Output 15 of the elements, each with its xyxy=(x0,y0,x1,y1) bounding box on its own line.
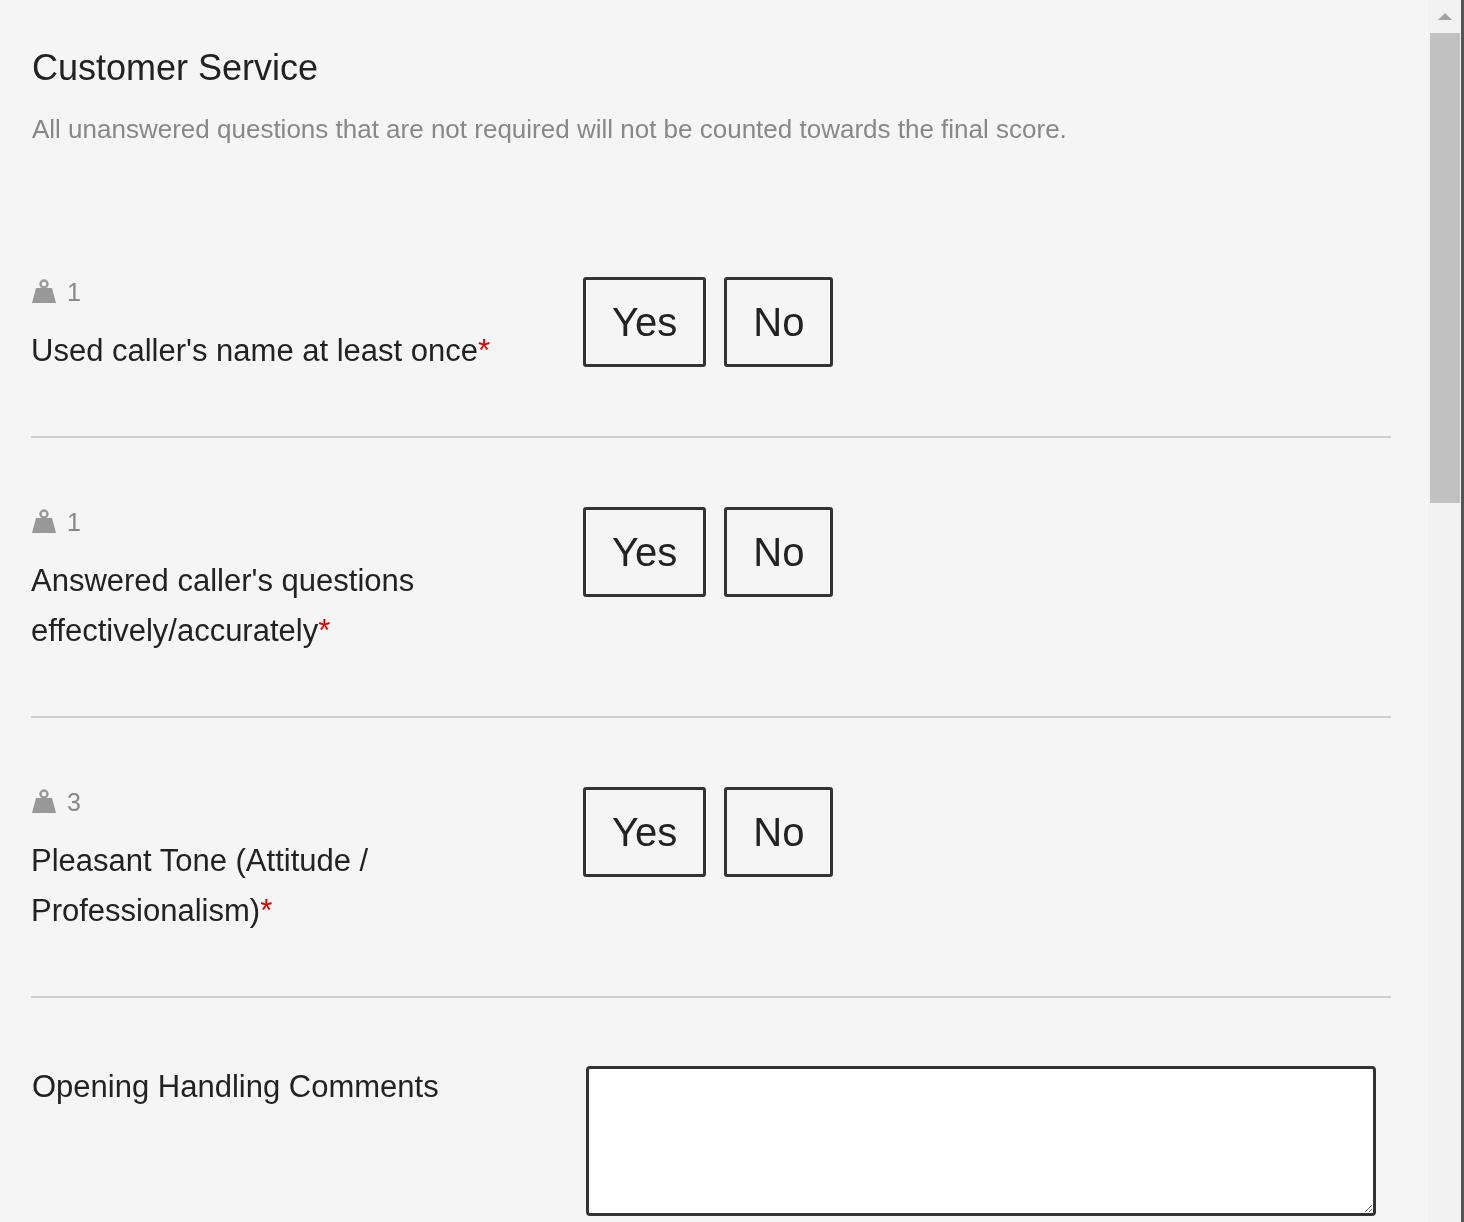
weight-value: 1 xyxy=(67,277,81,307)
answer-option[interactable]: No xyxy=(724,507,834,597)
answer-option[interactable]: Yes xyxy=(583,277,707,367)
section-title: Customer Service xyxy=(32,46,320,90)
answer-option[interactable]: Yes xyxy=(583,787,707,877)
weight-value: 1 xyxy=(67,507,81,537)
answer-option[interactable]: Yes xyxy=(583,507,707,597)
answer-option[interactable]: No xyxy=(724,277,834,367)
question-text: Used caller's name at least once* xyxy=(31,332,492,370)
question-text: Pleasant Tone (Attitude / Professionalism)* xyxy=(31,842,370,930)
question-text: Answered caller's questions effectively/accurately* xyxy=(31,562,416,650)
weight-value: 3 xyxy=(67,787,81,817)
answer-option[interactable]: No xyxy=(724,787,834,877)
comments-label: Opening Handling Comments xyxy=(31,1068,440,1106)
section-note: All unanswered questions that are not required will not be counted towards the final score. xyxy=(32,113,1068,146)
